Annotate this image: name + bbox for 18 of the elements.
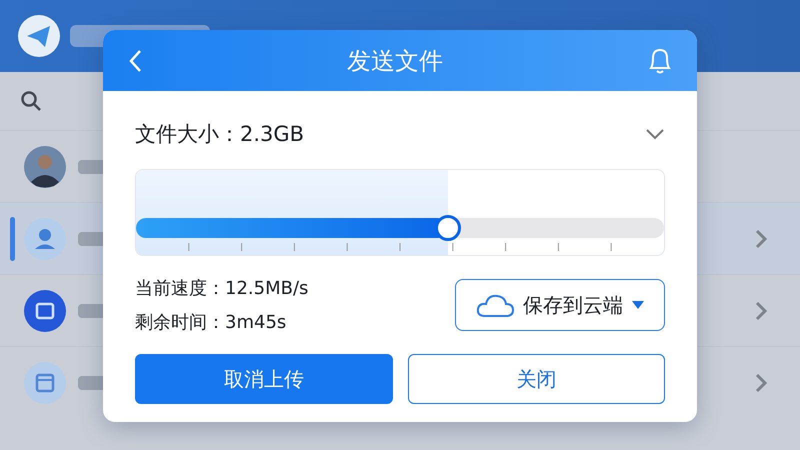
avatar-icon xyxy=(24,290,66,332)
save-destination-dropdown[interactable]: 保存到云端 xyxy=(455,279,665,331)
search-icon[interactable] xyxy=(20,90,42,112)
back-button[interactable] xyxy=(127,48,143,74)
close-button[interactable]: 关闭 xyxy=(408,354,665,404)
dialog-title: 发送文件 xyxy=(347,46,443,76)
progress-slider[interactable] xyxy=(136,218,664,238)
caret-down-icon xyxy=(631,300,645,310)
file-size-label: 文件大小：2.3GB xyxy=(135,121,304,148)
avatar-icon xyxy=(24,146,66,188)
cancel-upload-button[interactable]: 取消上传 xyxy=(135,354,392,404)
avatar-icon xyxy=(24,218,66,260)
telegram-logo-icon xyxy=(18,15,60,57)
speed-text: 当前速度：12.5MB/s xyxy=(135,277,308,300)
cloud-icon xyxy=(475,292,515,318)
remaining-time-text: 剩余时间：3m45s xyxy=(135,311,288,334)
chevron-down-icon[interactable] xyxy=(645,128,665,140)
avatar-icon xyxy=(24,362,66,404)
